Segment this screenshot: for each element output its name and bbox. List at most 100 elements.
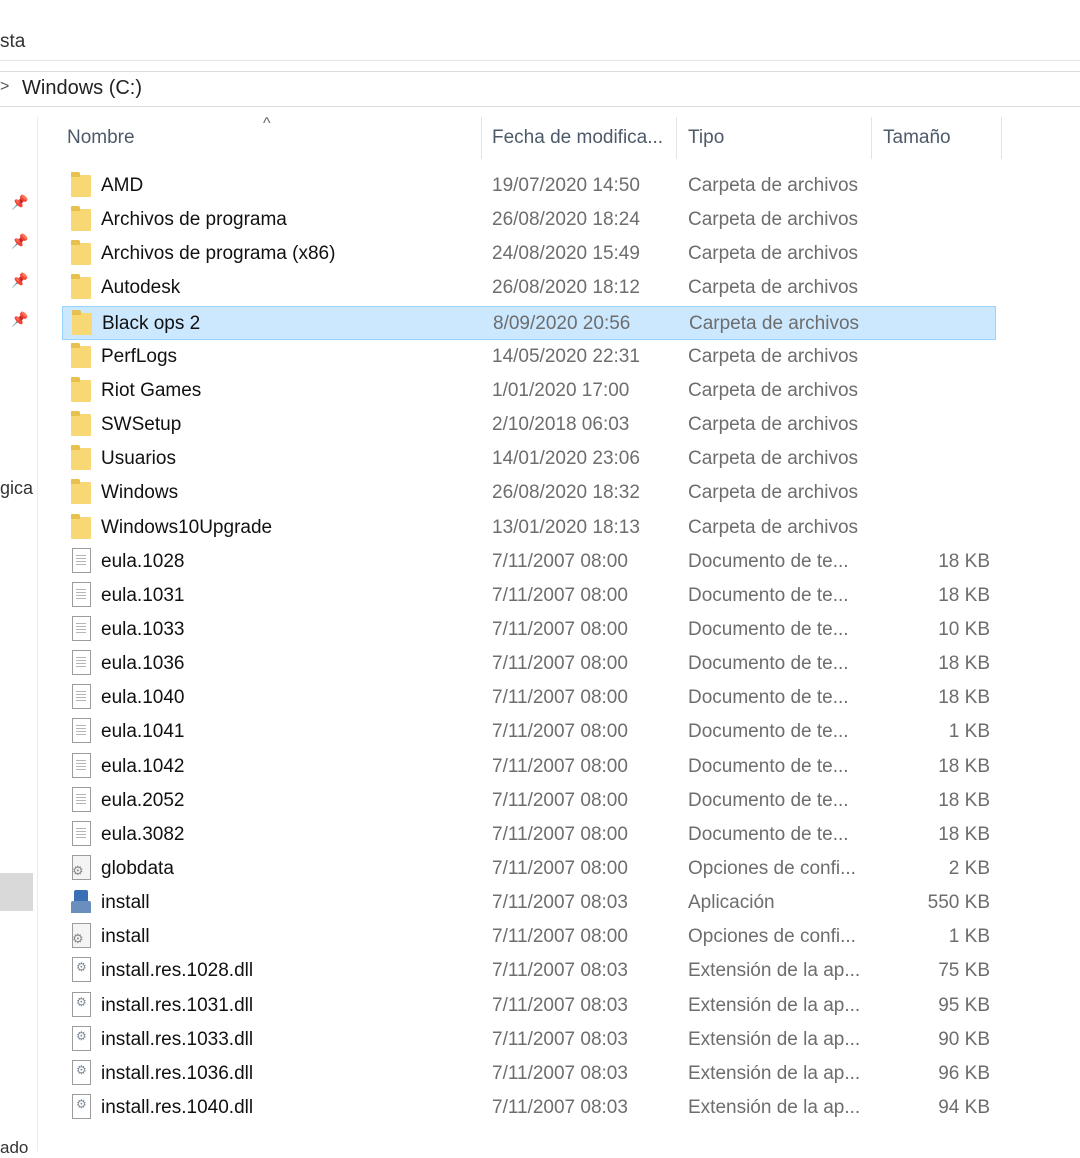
- file-row[interactable]: Windows10Upgrade 13/01/2020 18:13 Carpeta …: [62, 511, 996, 545]
- column-header-name[interactable]: Nombre: [67, 127, 135, 149]
- file-row[interactable]: install.res.1028.dll 7/11/2007 08:03 Exten…: [62, 954, 996, 988]
- file-date-modified: 7/11/2007 08:00: [492, 926, 628, 948]
- file-row[interactable]: eula.2052 7/11/2007 08:00 Documento de te.…: [62, 784, 996, 818]
- column-divider[interactable]: [481, 117, 482, 159]
- column-divider[interactable]: [676, 117, 677, 159]
- breadcrumb-chevron-icon[interactable]: >: [0, 78, 9, 96]
- file-row[interactable]: Archivos de programa 26/08/2020 18:24 Carp…: [62, 203, 996, 237]
- file-row[interactable]: eula.1033 7/11/2007 08:00 Documento de te.…: [62, 613, 996, 647]
- file-type: Documento de te...: [688, 823, 849, 845]
- text-document-icon: [71, 650, 93, 676]
- file-name: PerfLogs: [101, 345, 178, 367]
- file-type: Documento de te...: [688, 687, 849, 709]
- text-document-icon: [71, 752, 93, 779]
- text-document-icon: [71, 547, 93, 574]
- file-row[interactable]: eula.3082 7/11/2007 08:00 Documento de te.…: [62, 818, 996, 852]
- file-row[interactable]: AMD 19/07/2020 14:50 Carpeta de archivos: [62, 169, 996, 203]
- dll-file-icon: [71, 1059, 93, 1086]
- file-date-modified: 26/08/2020 18:32: [492, 482, 640, 504]
- file-row[interactable]: eula.1031 7/11/2007 08:00 Documento de te.…: [62, 579, 996, 613]
- folder-icon: [71, 342, 93, 369]
- file-row[interactable]: Windows 26/08/2020 18:32 Carpeta de archiv…: [62, 476, 996, 510]
- status-bar-fragment: ado: [0, 1138, 29, 1157]
- dll-file-icon: [71, 1025, 93, 1052]
- config-file-icon: [71, 923, 93, 949]
- text-document-icon: [71, 718, 93, 744]
- file-name: install: [101, 926, 150, 948]
- file-size: 1 KB: [948, 721, 990, 743]
- file-size: 10 KB: [938, 618, 990, 640]
- file-date-modified: 7/11/2007 08:03: [492, 1028, 628, 1050]
- sidebar-item-label[interactable]: gica: [0, 478, 33, 499]
- file-size: 550 KB: [927, 892, 990, 914]
- file-name: Riot Games: [101, 379, 202, 401]
- file-name: eula.1033: [101, 618, 185, 640]
- file-row[interactable]: eula.1040 7/11/2007 08:00 Documento de te.…: [62, 681, 996, 715]
- pin-icon[interactable]: 📌: [11, 311, 29, 329]
- address-bar[interactable]: > Windows (C:): [0, 71, 1080, 107]
- column-header-size[interactable]: Tamaño: [883, 127, 951, 149]
- file-name: eula.1028: [101, 550, 185, 572]
- file-row[interactable]: install.res.1031.dll 7/11/2007 08:03 Exten…: [62, 989, 996, 1023]
- file-type: Documento de te...: [688, 721, 849, 743]
- file-date-modified: 14/05/2020 22:31: [492, 345, 640, 367]
- file-row[interactable]: eula.1036 7/11/2007 08:00 Documento de te.…: [62, 647, 996, 681]
- column-header-type[interactable]: Tipo: [688, 127, 724, 149]
- file-type: Extensión de la ap...: [688, 994, 861, 1016]
- file-date-modified: 7/11/2007 08:00: [492, 858, 628, 879]
- column-divider[interactable]: [1001, 117, 1002, 159]
- file-date-modified: 7/11/2007 08:00: [492, 755, 628, 777]
- dll-file-icon: [71, 1094, 93, 1120]
- file-row[interactable]: Riot Games 1/01/2020 17:00 Carpeta de arch…: [62, 374, 996, 408]
- column-header-date[interactable]: Fecha de modifica...: [492, 127, 663, 149]
- file-size: 96 KB: [938, 1062, 990, 1084]
- file-type: Documento de te...: [688, 755, 849, 777]
- file-size: 1 KB: [948, 926, 990, 948]
- file-row[interactable]: install.res.1040.dll 7/11/2007 08:03 Exten…: [62, 1091, 996, 1125]
- file-type: Opciones de confi...: [688, 926, 856, 948]
- pin-icon[interactable]: 📌: [11, 233, 29, 251]
- file-date-modified: 19/07/2020 14:50: [492, 175, 640, 196]
- file-type: Carpeta de archivos: [688, 448, 859, 470]
- file-date-modified: 7/11/2007 08:00: [492, 584, 628, 606]
- file-size: 94 KB: [938, 1097, 990, 1119]
- file-row[interactable]: install.res.1033.dll 7/11/2007 08:03 Exten…: [62, 1023, 996, 1057]
- file-row[interactable]: eula.1028 7/11/2007 08:00 Documento de te.…: [62, 545, 996, 579]
- file-date-modified: 7/11/2007 08:03: [492, 1062, 628, 1084]
- file-name: eula.2052: [101, 789, 185, 811]
- file-date-modified: 14/01/2020 23:06: [492, 448, 640, 470]
- file-row[interactable]: Autodesk 26/08/2020 18:12 Carpeta de archi…: [62, 271, 996, 305]
- file-row[interactable]: Usuarios 14/01/2020 23:06 Carpeta de archi…: [62, 442, 996, 476]
- file-name: install.res.1033.dll: [101, 1028, 254, 1050]
- file-type: Carpeta de archivos: [688, 243, 859, 265]
- file-type: Documento de te...: [688, 789, 849, 811]
- column-header-row: ^ Nombre Fecha de modifica... Tipo Tamañ…: [38, 115, 1080, 161]
- folder-icon: [71, 411, 93, 437]
- file-row[interactable]: Archivos de programa (x86) 24/08/2020 15:…: [62, 237, 996, 271]
- pin-icon[interactable]: 📌: [11, 194, 29, 212]
- file-row[interactable]: eula.1041 7/11/2007 08:00 Documento de te.…: [62, 715, 996, 749]
- sidebar-item-selected[interactable]: [0, 873, 33, 911]
- file-name: AMD: [101, 175, 144, 196]
- file-name: Windows: [101, 482, 179, 504]
- file-row[interactable]: Black ops 2 8/09/2020 20:56 Carpeta de arc…: [62, 305, 996, 340]
- ribbon-tab-vista[interactable]: sta: [0, 22, 1080, 60]
- file-row[interactable]: SWSetup 2/10/2018 06:03 Carpeta de archivo…: [62, 408, 996, 442]
- file-row[interactable]: install 7/11/2007 08:00 Opciones de confi.…: [62, 920, 996, 954]
- file-size: 95 KB: [938, 994, 990, 1016]
- navigation-pane-divider[interactable]: [37, 117, 38, 1151]
- file-row[interactable]: eula.1042 7/11/2007 08:00 Documento de te.…: [62, 750, 996, 784]
- file-name: Archivos de programa (x86): [101, 243, 336, 265]
- file-date-modified: 7/11/2007 08:00: [492, 653, 628, 675]
- file-row[interactable]: PerfLogs 14/05/2020 22:31 Carpeta de archi…: [62, 340, 996, 374]
- file-name: eula.1042: [101, 755, 185, 777]
- breadcrumb-windows-c[interactable]: Windows (C:): [22, 77, 142, 100]
- file-date-modified: 24/08/2020 15:49: [492, 243, 640, 265]
- file-row[interactable]: globdata 7/11/2007 08:00 Opciones de confi…: [62, 852, 996, 886]
- file-row[interactable]: install.res.1036.dll 7/11/2007 08:03 Exten…: [62, 1057, 996, 1091]
- pin-icon[interactable]: 📌: [11, 272, 29, 290]
- file-size: 18 KB: [938, 653, 990, 675]
- column-divider[interactable]: [871, 117, 872, 159]
- file-row[interactable]: install 7/11/2007 08:03 Aplicación 550 KB: [62, 886, 996, 920]
- file-type: Documento de te...: [688, 653, 849, 675]
